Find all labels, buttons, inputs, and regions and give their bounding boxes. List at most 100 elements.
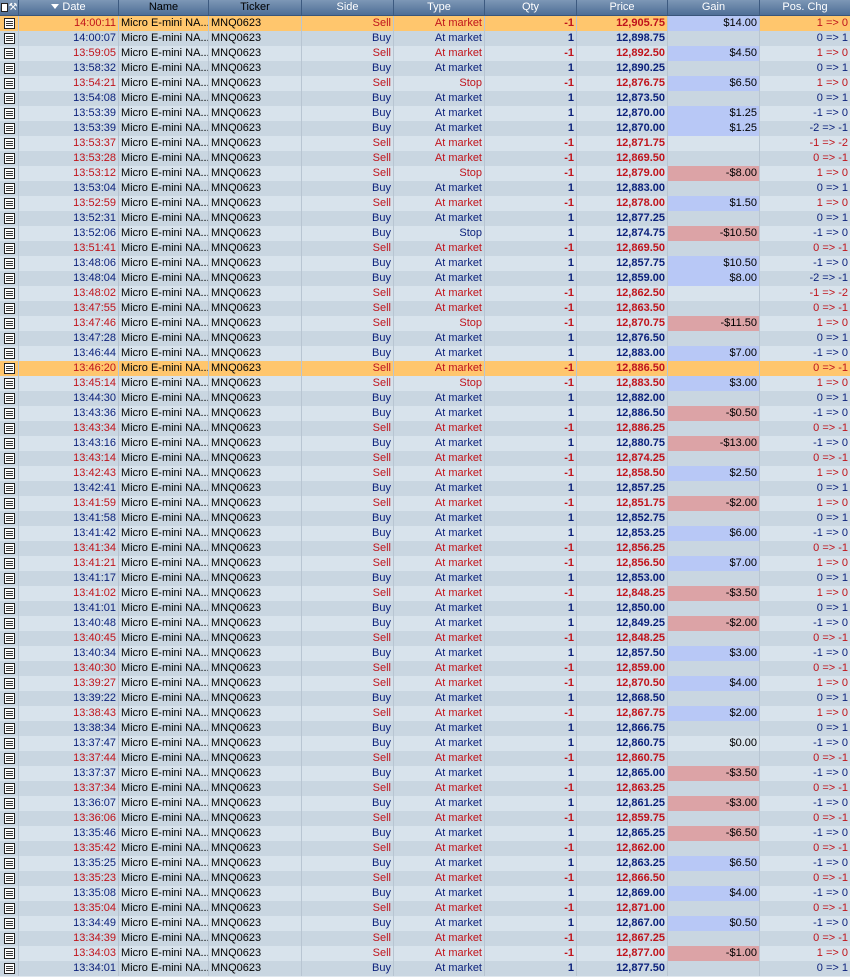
table-row[interactable]: 13:40:34 Micro E-mini NA... MNQ0623 Buy At m… xyxy=(0,646,850,661)
table-row[interactable]: 13:46:20 Micro E-mini NA... MNQ0623 Sell At … xyxy=(0,361,850,376)
column-header-date[interactable]: Date xyxy=(19,0,119,15)
order-detail-icon[interactable] xyxy=(3,468,15,479)
table-row[interactable]: 13:42:43 Micro E-mini NA... MNQ0623 Sell At … xyxy=(0,466,850,481)
column-header-ticker[interactable]: Ticker xyxy=(209,0,302,15)
table-row[interactable]: 13:48:06 Micro E-mini NA... MNQ0623 Buy At m… xyxy=(0,256,850,271)
order-detail-icon[interactable] xyxy=(3,693,15,704)
table-row[interactable]: 13:39:27 Micro E-mini NA... MNQ0623 Sell At … xyxy=(0,676,850,691)
order-detail-icon[interactable] xyxy=(3,438,15,449)
order-detail-icon[interactable] xyxy=(3,288,15,299)
order-detail-icon[interactable] xyxy=(3,723,15,734)
order-detail-icon[interactable] xyxy=(3,528,15,539)
order-detail-icon[interactable] xyxy=(3,483,15,494)
table-row[interactable]: 13:52:59 Micro E-mini NA... MNQ0623 Sell At … xyxy=(0,196,850,211)
table-row[interactable]: 13:53:28 Micro E-mini NA... MNQ0623 Sell At … xyxy=(0,151,850,166)
table-row[interactable]: 13:35:46 Micro E-mini NA... MNQ0623 Buy At m… xyxy=(0,826,850,841)
order-detail-icon[interactable] xyxy=(3,258,15,269)
order-detail-icon[interactable] xyxy=(3,513,15,524)
table-row[interactable]: 13:36:06 Micro E-mini NA... MNQ0623 Sell At … xyxy=(0,811,850,826)
order-detail-icon[interactable] xyxy=(3,48,15,59)
table-row[interactable]: 13:38:34 Micro E-mini NA... MNQ0623 Buy At m… xyxy=(0,721,850,736)
order-detail-icon[interactable] xyxy=(3,183,15,194)
order-detail-icon[interactable] xyxy=(3,948,15,959)
column-header-name[interactable]: Name xyxy=(119,0,209,15)
table-row[interactable]: 13:53:39 Micro E-mini NA... MNQ0623 Buy At m… xyxy=(0,106,850,121)
order-detail-icon[interactable] xyxy=(3,888,15,899)
order-detail-icon[interactable] xyxy=(3,738,15,749)
table-row[interactable]: 13:41:02 Micro E-mini NA... MNQ0623 Sell At … xyxy=(0,586,850,601)
order-detail-icon[interactable] xyxy=(3,828,15,839)
order-detail-icon[interactable] xyxy=(3,903,15,914)
table-row[interactable]: 13:53:04 Micro E-mini NA... MNQ0623 Buy At m… xyxy=(0,181,850,196)
table-row[interactable]: 13:41:59 Micro E-mini NA... MNQ0623 Sell At … xyxy=(0,496,850,511)
column-header-side[interactable]: Side xyxy=(302,0,394,15)
table-row[interactable]: 13:40:45 Micro E-mini NA... MNQ0623 Sell At … xyxy=(0,631,850,646)
order-detail-icon[interactable] xyxy=(3,78,15,89)
table-row[interactable]: 13:34:01 Micro E-mini NA... MNQ0623 Buy At m… xyxy=(0,961,850,976)
order-detail-icon[interactable] xyxy=(3,153,15,164)
table-row[interactable]: 13:43:14 Micro E-mini NA... MNQ0623 Sell At … xyxy=(0,451,850,466)
order-detail-icon[interactable] xyxy=(3,543,15,554)
table-row[interactable]: 14:00:07 Micro E-mini NA... MNQ0623 Buy At m… xyxy=(0,31,850,46)
table-row[interactable]: 13:41:01 Micro E-mini NA... MNQ0623 Buy At m… xyxy=(0,601,850,616)
order-detail-icon[interactable] xyxy=(3,333,15,344)
order-detail-icon[interactable] xyxy=(3,303,15,314)
table-row[interactable]: 13:46:44 Micro E-mini NA... MNQ0623 Buy At m… xyxy=(0,346,850,361)
order-detail-icon[interactable] xyxy=(3,318,15,329)
table-row[interactable]: 13:34:39 Micro E-mini NA... MNQ0623 Sell At … xyxy=(0,931,850,946)
order-detail-icon[interactable] xyxy=(3,588,15,599)
table-row[interactable]: 13:52:06 Micro E-mini NA... MNQ0623 Buy Stop… xyxy=(0,226,850,241)
order-detail-icon[interactable] xyxy=(3,963,15,974)
order-detail-icon[interactable] xyxy=(3,198,15,209)
table-row[interactable]: 13:53:37 Micro E-mini NA... MNQ0623 Sell At … xyxy=(0,136,850,151)
order-detail-icon[interactable] xyxy=(3,603,15,614)
table-row[interactable]: 13:37:37 Micro E-mini NA... MNQ0623 Buy At m… xyxy=(0,766,850,781)
order-detail-icon[interactable] xyxy=(3,348,15,359)
table-row[interactable]: 13:34:49 Micro E-mini NA... MNQ0623 Buy At m… xyxy=(0,916,850,931)
column-header-pos-chg[interactable]: Pos. Chg xyxy=(760,0,850,15)
table-row[interactable]: 13:54:21 Micro E-mini NA... MNQ0623 Sell Sto… xyxy=(0,76,850,91)
table-row[interactable]: 13:43:36 Micro E-mini NA... MNQ0623 Buy At m… xyxy=(0,406,850,421)
order-detail-icon[interactable] xyxy=(3,768,15,779)
order-detail-icon[interactable] xyxy=(3,678,15,689)
table-row[interactable]: 13:34:03 Micro E-mini NA... MNQ0623 Sell At … xyxy=(0,946,850,961)
order-detail-icon[interactable] xyxy=(3,273,15,284)
order-detail-icon[interactable] xyxy=(3,393,15,404)
table-row[interactable]: 13:47:55 Micro E-mini NA... MNQ0623 Sell At … xyxy=(0,301,850,316)
order-detail-icon[interactable] xyxy=(3,168,15,179)
order-detail-icon[interactable] xyxy=(3,63,15,74)
column-header-price[interactable]: Price xyxy=(577,0,668,15)
table-row[interactable]: 13:35:23 Micro E-mini NA... MNQ0623 Sell At … xyxy=(0,871,850,886)
order-detail-icon[interactable] xyxy=(3,918,15,929)
table-row[interactable]: 13:53:39 Micro E-mini NA... MNQ0623 Buy At m… xyxy=(0,121,850,136)
order-detail-icon[interactable] xyxy=(3,33,15,44)
table-row[interactable]: 13:37:44 Micro E-mini NA... MNQ0623 Sell At … xyxy=(0,751,850,766)
order-detail-icon[interactable] xyxy=(3,663,15,674)
order-detail-icon[interactable] xyxy=(3,18,15,29)
column-settings[interactable]: ⚒ xyxy=(0,0,19,15)
table-row[interactable]: 13:37:34 Micro E-mini NA... MNQ0623 Sell At … xyxy=(0,781,850,796)
table-row[interactable]: 13:41:21 Micro E-mini NA... MNQ0623 Sell At … xyxy=(0,556,850,571)
table-row[interactable]: 13:35:42 Micro E-mini NA... MNQ0623 Sell At … xyxy=(0,841,850,856)
table-row[interactable]: 14:00:11 Micro E-mini NA... MNQ0623 Sell At … xyxy=(0,16,850,31)
table-row[interactable]: 13:35:04 Micro E-mini NA... MNQ0623 Sell At … xyxy=(0,901,850,916)
table-row[interactable]: 13:58:32 Micro E-mini NA... MNQ0623 Buy At m… xyxy=(0,61,850,76)
order-detail-icon[interactable] xyxy=(3,108,15,119)
order-detail-icon[interactable] xyxy=(3,873,15,884)
order-detail-icon[interactable] xyxy=(3,933,15,944)
order-detail-icon[interactable] xyxy=(3,213,15,224)
order-detail-icon[interactable] xyxy=(3,843,15,854)
table-row[interactable]: 13:59:05 Micro E-mini NA... MNQ0623 Sell At … xyxy=(0,46,850,61)
table-row[interactable]: 13:43:16 Micro E-mini NA... MNQ0623 Buy At m… xyxy=(0,436,850,451)
order-detail-icon[interactable] xyxy=(3,408,15,419)
column-header-qty[interactable]: Qty xyxy=(485,0,577,15)
order-detail-icon[interactable] xyxy=(3,363,15,374)
order-detail-icon[interactable] xyxy=(3,618,15,629)
table-row[interactable]: 13:41:17 Micro E-mini NA... MNQ0623 Buy At m… xyxy=(0,571,850,586)
order-detail-icon[interactable] xyxy=(3,453,15,464)
order-detail-icon[interactable] xyxy=(3,858,15,869)
table-row[interactable]: 13:41:58 Micro E-mini NA... MNQ0623 Buy At m… xyxy=(0,511,850,526)
order-detail-icon[interactable] xyxy=(3,813,15,824)
order-detail-icon[interactable] xyxy=(3,708,15,719)
order-detail-icon[interactable] xyxy=(3,753,15,764)
